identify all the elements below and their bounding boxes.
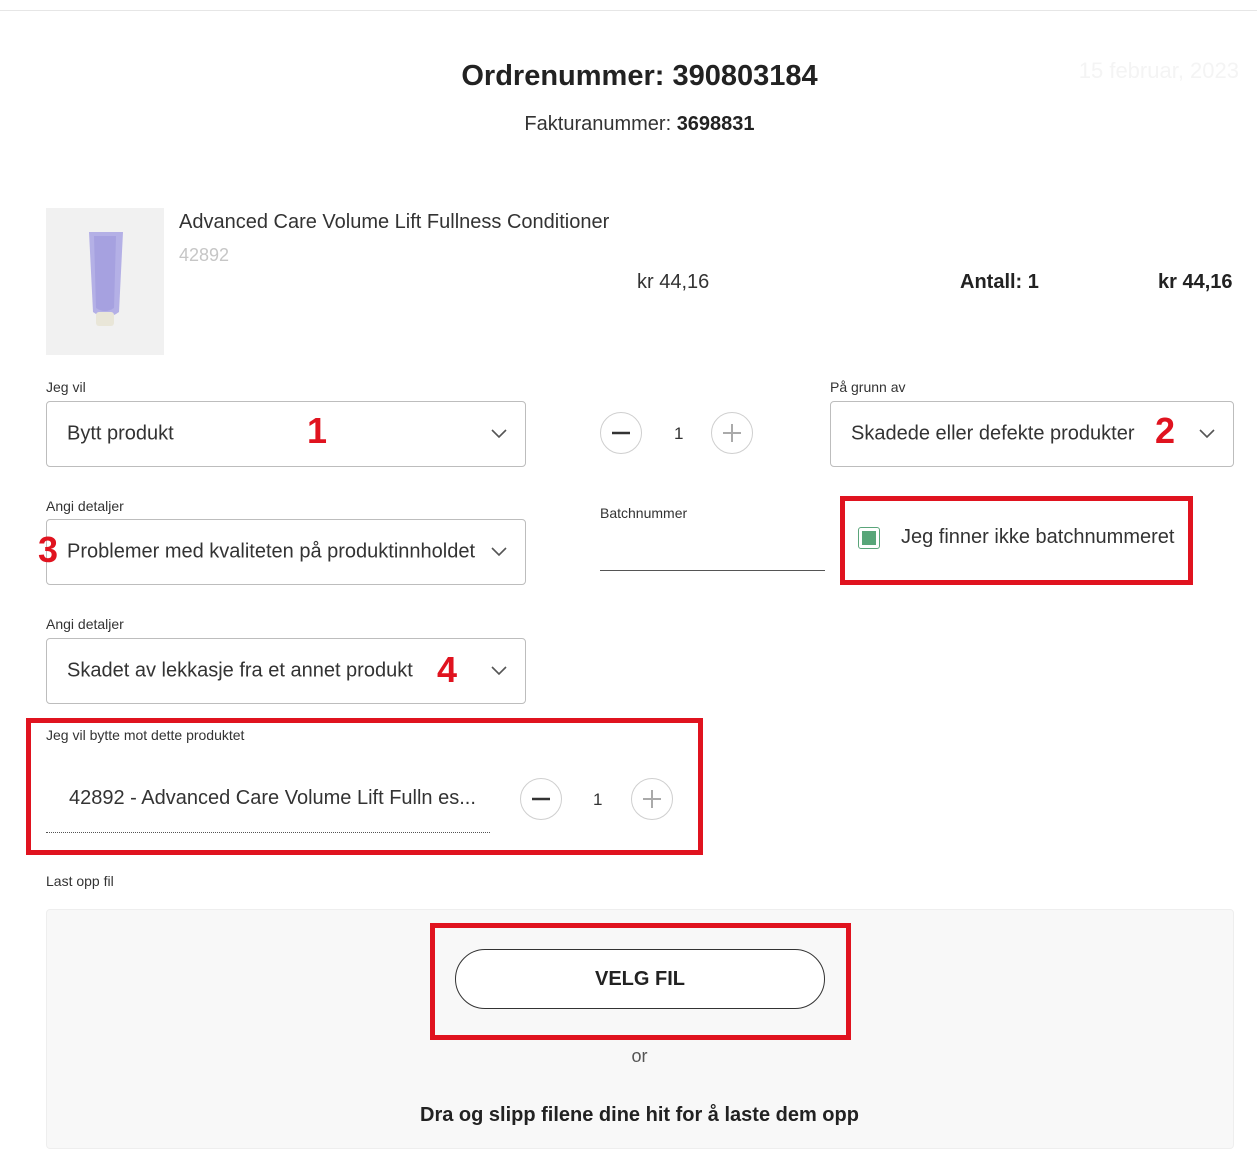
product-image bbox=[46, 208, 164, 355]
invoice-value: 3698831 bbox=[676, 113, 755, 135]
exchange-product-select[interactable]: 42892 - Advanced Care Volume Lift Fulln … bbox=[46, 775, 490, 833]
reason-label: På grunn av bbox=[830, 379, 906, 395]
details-1-label: Angi detaljer bbox=[46, 498, 124, 514]
invoice-label: Fakturanummer: bbox=[524, 113, 677, 135]
choose-file-button[interactable]: VELG FIL bbox=[455, 949, 825, 1009]
chevron-down-icon bbox=[491, 666, 507, 676]
plus-icon bbox=[723, 424, 741, 442]
batch-not-found-label: Jeg finner ikke batchnummeret bbox=[901, 526, 1175, 548]
invoice-number: Fakturanummer: 3698831 bbox=[0, 113, 1257, 136]
product-sku: 42892 bbox=[179, 245, 230, 265]
details-2-label: Angi detaljer bbox=[46, 616, 124, 632]
product-total: kr 44,16 bbox=[1158, 271, 1233, 293]
order-date: 15 februar, 2023 bbox=[1078, 58, 1239, 83]
increase-quantity-button[interactable] bbox=[711, 412, 753, 454]
batch-number-input[interactable] bbox=[600, 530, 825, 571]
quantity-value: 1 bbox=[674, 424, 684, 443]
batch-not-found-checkbox[interactable] bbox=[858, 527, 880, 549]
exchange-product-value: 42892 - Advanced Care Volume Lift Fulln … bbox=[69, 787, 476, 809]
checkbox-fill bbox=[862, 531, 876, 545]
upload-label: Last opp fil bbox=[46, 873, 114, 889]
product-quantity: Antall: 1 bbox=[960, 271, 1039, 293]
exchange-decrease-button[interactable] bbox=[520, 778, 562, 820]
exchange-quantity-value: 1 bbox=[593, 790, 603, 809]
drop-instructions: Dra og slipp filene dine hit for å laste… bbox=[420, 1104, 859, 1126]
minus-icon bbox=[612, 431, 630, 435]
product-thumbnail bbox=[46, 208, 164, 355]
or-separator: or bbox=[631, 1046, 648, 1066]
exchange-label: Jeg vil bytte mot dette produktet bbox=[46, 727, 245, 743]
minus-icon bbox=[532, 797, 550, 801]
jeg-vil-select[interactable]: Bytt produkt bbox=[46, 401, 526, 467]
annotation-marker-4: 4 bbox=[437, 649, 458, 690]
plus-icon bbox=[643, 790, 661, 808]
jeg-vil-value: Bytt produkt bbox=[67, 422, 174, 445]
annotation-marker-2: 2 bbox=[1155, 410, 1176, 451]
chevron-down-icon bbox=[491, 547, 507, 557]
chevron-down-icon bbox=[1199, 429, 1215, 439]
decrease-quantity-button[interactable] bbox=[600, 412, 642, 454]
details-1-select[interactable]: Problemer med kvaliteten på produktinnho… bbox=[46, 519, 526, 585]
exchange-increase-button[interactable] bbox=[631, 778, 673, 820]
order-number-title: Ordrenummer: 390803184 bbox=[461, 60, 818, 92]
annotation-marker-1: 1 bbox=[307, 410, 328, 451]
batch-label: Batchnummer bbox=[600, 505, 688, 521]
annotation-marker-3: 3 bbox=[38, 529, 59, 570]
product-name: Advanced Care Volume Lift Fullness Condi… bbox=[179, 211, 610, 233]
details-2-value: Skadet av lekkasje fra et annet produkt bbox=[67, 659, 413, 682]
product-price: kr 44,16 bbox=[637, 271, 710, 293]
details-1-value: Problemer med kvaliteten på produktinnho… bbox=[67, 540, 476, 563]
reason-value: Skadede eller defekte produkter bbox=[851, 422, 1135, 445]
jeg-vil-label: Jeg vil bbox=[46, 379, 86, 395]
top-divider bbox=[0, 10, 1257, 11]
chevron-down-icon bbox=[491, 429, 507, 439]
